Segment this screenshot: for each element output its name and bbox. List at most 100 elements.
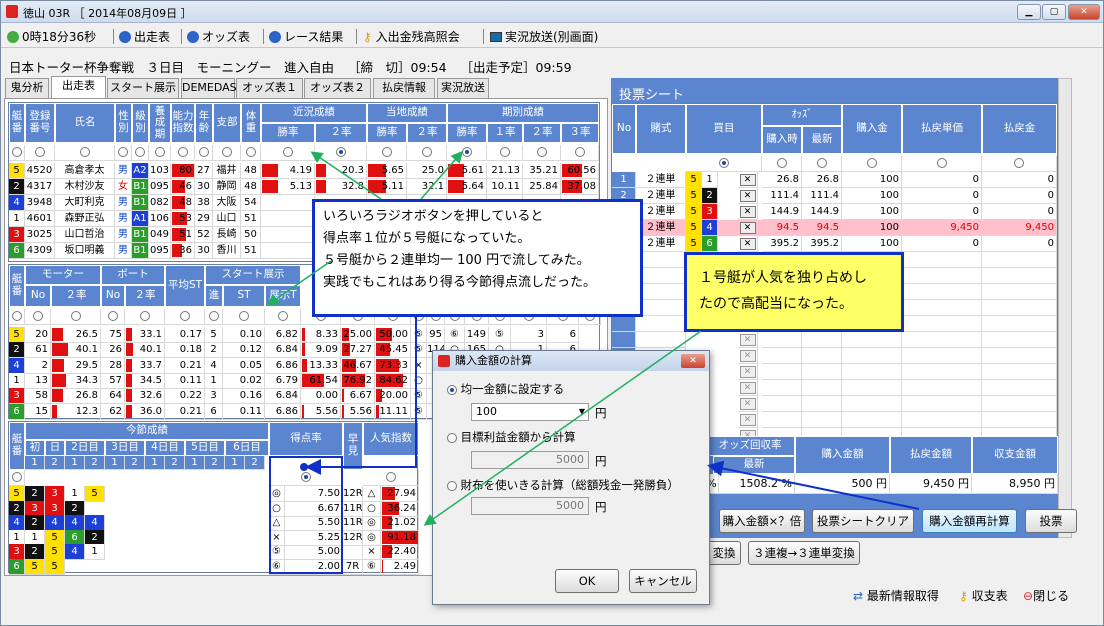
- sort-radio[interactable]: [277, 311, 288, 321]
- delete-ticket-button[interactable]: ✕: [739, 238, 756, 250]
- uniform-radio[interactable]: [447, 384, 457, 395]
- ticket-row[interactable]: 2 ２連単 5 2 ✕ 111.4 111.4 100 0 0: [612, 188, 1057, 204]
- dialog-close-button[interactable]: ✕: [681, 354, 705, 368]
- close-button[interactable]: ✕: [1068, 4, 1100, 20]
- sort-radio[interactable]: [11, 311, 22, 321]
- ok-button[interactable]: OK: [555, 569, 619, 593]
- close-link[interactable]: ⊖閉じる: [1023, 587, 1069, 604]
- sort-radio[interactable]: [718, 158, 729, 168]
- deposit-button[interactable]: ⚷ 入出金残高照会: [363, 28, 460, 45]
- tab-3[interactable]: DEMEDAS: [181, 78, 237, 98]
- sort-radio[interactable]: [177, 147, 188, 157]
- sort-radio[interactable]: [499, 147, 510, 157]
- radio-cell: [125, 309, 165, 325]
- delete-ticket-button[interactable]: ✕: [739, 334, 756, 346]
- ticket-row[interactable]: 3２連単53✕144.9144.910000: [612, 204, 1057, 220]
- racer-row[interactable]: 2 4317 木村沙友女 B1 095 46 30 静岡 48 5.13 32.8 5.11 32.1 5…: [9, 179, 599, 195]
- recalc-amount-button[interactable]: 購入金額再計算: [922, 509, 1017, 533]
- racer-row[interactable]: 5 4520 高倉孝太男 A2 103 80 27 福井 48 4.19 20.3 5.65 25.0 5…: [9, 163, 599, 179]
- maximize-button[interactable]: ▢: [1042, 4, 1066, 20]
- sort-radio[interactable]: [385, 472, 396, 482]
- term-row[interactable]: 6 5 5 ⑥ 2.00 7R ⑥ 2.49: [9, 558, 419, 575]
- balance-link[interactable]: ⚷ 収支表: [959, 587, 1008, 604]
- odds-button[interactable]: オッズ表: [187, 28, 250, 45]
- tab-7[interactable]: 実況放送: [437, 78, 489, 98]
- target-profit-option[interactable]: 目標利益金額から計算: [447, 429, 576, 445]
- delete-ticket-button[interactable]: ✕: [739, 414, 756, 426]
- sort-radio[interactable]: [461, 147, 472, 157]
- sort-radio[interactable]: [1014, 158, 1024, 168]
- tab-6[interactable]: 払戻情報: [373, 78, 435, 98]
- vote-button[interactable]: 投票: [1025, 509, 1077, 533]
- sort-radio[interactable]: [936, 158, 947, 168]
- cancel-button[interactable]: キャンセル: [629, 569, 697, 593]
- delete-ticket-button[interactable]: ✕: [739, 398, 756, 410]
- ticket-row[interactable]: 1 ２連単 5 1 ✕ 26.8 26.8 100 0 0: [612, 172, 1057, 188]
- race-result-button[interactable]: レース結果: [269, 28, 343, 45]
- second-boat-cell: 6: [702, 236, 718, 252]
- wallet-input[interactable]: 5000: [471, 497, 589, 515]
- sort-radio[interactable]: [118, 147, 128, 157]
- delete-ticket-button[interactable]: ✕: [739, 206, 756, 218]
- sort-radio[interactable]: [208, 311, 219, 321]
- sort-radio[interactable]: [79, 147, 90, 157]
- delete-ticket-button[interactable]: ✕: [739, 190, 756, 202]
- sort-radio[interactable]: [179, 311, 190, 321]
- clear-sheet-button[interactable]: 投票シートクリア: [812, 509, 914, 533]
- delete-ticket-button[interactable]: ✕: [739, 382, 756, 394]
- sort-radio[interactable]: [107, 311, 118, 321]
- delete-ticket-button[interactable]: ✕: [739, 174, 756, 186]
- radio-cell: [447, 145, 487, 161]
- sort-radio[interactable]: [198, 147, 209, 157]
- tab-1[interactable]: 出走表: [51, 76, 106, 99]
- sort-radio[interactable]: [282, 147, 293, 157]
- amount-select[interactable]: 100 ▼: [471, 403, 589, 421]
- sort-radio[interactable]: [221, 147, 232, 157]
- tab-2[interactable]: スタート展示: [107, 78, 179, 98]
- uniform-amount-option[interactable]: 均一金額に設定する: [447, 381, 564, 397]
- cell-value: 26.8: [75, 390, 98, 402]
- delete-ticket-button[interactable]: ✕: [739, 350, 756, 362]
- convert-button[interactable]: 変換: [707, 541, 741, 565]
- minimize-button[interactable]: ▁: [1017, 4, 1041, 20]
- sort-radio[interactable]: [816, 158, 827, 168]
- sort-radio[interactable]: [866, 158, 877, 168]
- delete-ticket-button[interactable]: ✕: [739, 366, 756, 378]
- sort-radio[interactable]: [135, 147, 145, 157]
- live-broadcast-button[interactable]: 実況放送(別画面): [490, 28, 598, 45]
- entry-button[interactable]: 出走表: [119, 28, 170, 45]
- target-profit-input[interactable]: 5000: [471, 451, 589, 469]
- sort-radio[interactable]: [381, 147, 392, 157]
- sort-radio[interactable]: [421, 147, 432, 157]
- sort-radio[interactable]: [11, 472, 22, 482]
- sort-radio[interactable]: [245, 147, 256, 157]
- sort-radio[interactable]: [536, 147, 547, 157]
- sort-radio[interactable]: [776, 158, 787, 168]
- sort-radio[interactable]: [11, 147, 22, 157]
- use-wallet-radio[interactable]: [447, 480, 457, 491]
- sort-radio[interactable]: [154, 147, 165, 157]
- sort-radio[interactable]: [139, 311, 150, 321]
- sort-radio[interactable]: [574, 147, 585, 157]
- multiply-amount-button[interactable]: 購入金額×？倍: [719, 509, 805, 533]
- motor-row[interactable]: 5 20 26.5 75 33.1 0.17 5 0.10 6.82 8.33 25.00 50.00…: [9, 327, 599, 343]
- tab-4[interactable]: オッズ表１: [236, 78, 303, 98]
- trio-to-trifecta-button[interactable]: ３連複→３連単変換: [748, 541, 860, 565]
- ticket-no-cell: [612, 316, 636, 332]
- sort-radio[interactable]: [335, 147, 346, 157]
- ticket-row[interactable]: 4２連単54✕94.594.51009,4509,450: [612, 220, 1057, 236]
- sort-radio[interactable]: [70, 311, 81, 321]
- refresh-link[interactable]: ⇄ 最新情報取得: [853, 587, 939, 604]
- target-profit-radio[interactable]: [447, 432, 457, 443]
- sort-radio[interactable]: [238, 311, 249, 321]
- tab-5[interactable]: オッズ表２: [304, 78, 371, 98]
- sort-radio[interactable]: [32, 311, 43, 321]
- use-wallet-option[interactable]: 財布を使いきる計算（総額残金一発勝負）: [447, 477, 679, 493]
- tab-0[interactable]: 鬼分析: [5, 78, 49, 98]
- delete-ticket-button[interactable]: ✕: [739, 222, 756, 234]
- ticket-row[interactable]: 5２連単56✕395.2395.210000: [612, 236, 1057, 252]
- sort-radio[interactable]: [34, 147, 45, 157]
- waku-cell: 5: [9, 327, 25, 343]
- ticket-scrollbar[interactable]: [1058, 78, 1072, 538]
- ticket-no-cell: [612, 332, 636, 348]
